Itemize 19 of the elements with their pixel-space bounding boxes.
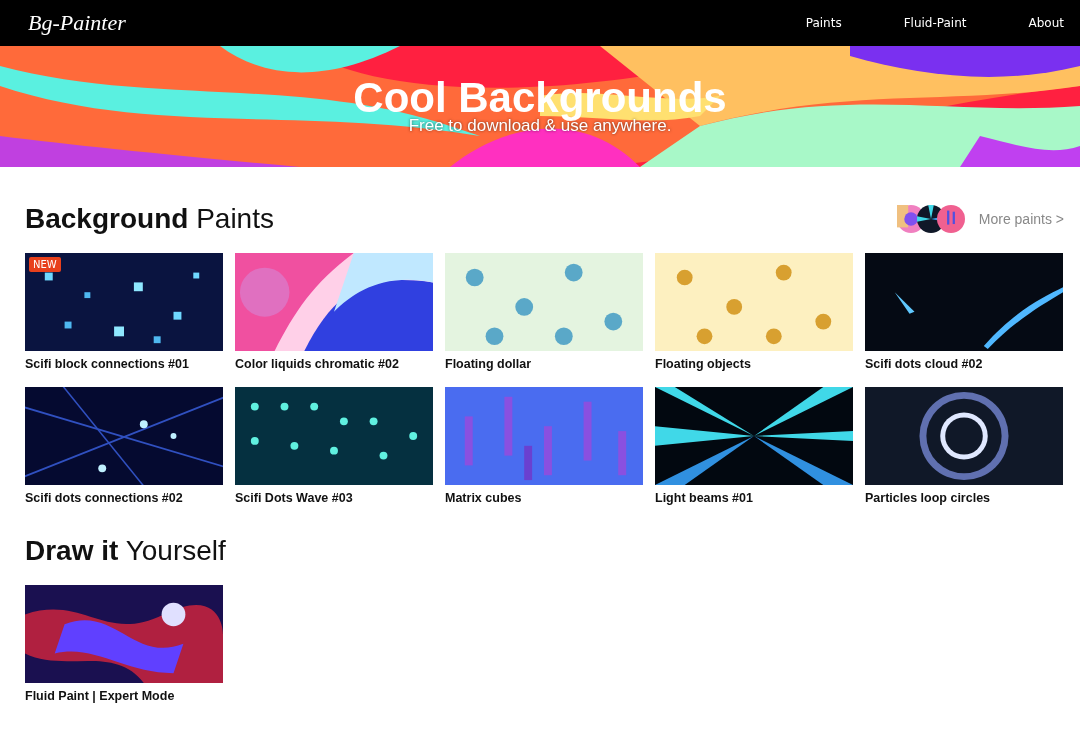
nav-link[interactable]: Fluid-Paint bbox=[903, 16, 967, 30]
paint-title[interactable]: Scifi dots connections #02 bbox=[25, 491, 223, 505]
paint-title[interactable]: Matrix cubes bbox=[445, 491, 643, 505]
section-heading: Background Paints bbox=[25, 202, 274, 236]
more-paints-link[interactable]: More paints > bbox=[978, 211, 1064, 227]
nav-link[interactable]: About bbox=[1028, 16, 1064, 30]
site-logo[interactable]: Bg-Painter bbox=[28, 10, 126, 36]
paint-title[interactable]: Floating objects bbox=[655, 357, 853, 371]
nav-link[interactable]: Paints bbox=[805, 16, 842, 30]
paint-title[interactable]: Scifi block connections #01 bbox=[25, 357, 223, 371]
paint-title[interactable]: Color liquids chromatic #02 bbox=[235, 357, 433, 371]
new-badge: NEW bbox=[29, 257, 61, 272]
paint-title[interactable]: Scifi dots cloud #02 bbox=[865, 357, 1063, 371]
paint-title[interactable]: Fluid Paint | Expert Mode bbox=[25, 689, 223, 703]
paint-title[interactable]: Scifi Dots Wave #03 bbox=[235, 491, 433, 505]
paint-title[interactable]: Particles loop circles bbox=[865, 491, 1063, 505]
paint-title[interactable]: Floating dollar bbox=[445, 357, 643, 371]
section-heading: Draw it Yourself bbox=[25, 534, 227, 568]
paint-title[interactable]: Light beams #01 bbox=[655, 491, 853, 505]
